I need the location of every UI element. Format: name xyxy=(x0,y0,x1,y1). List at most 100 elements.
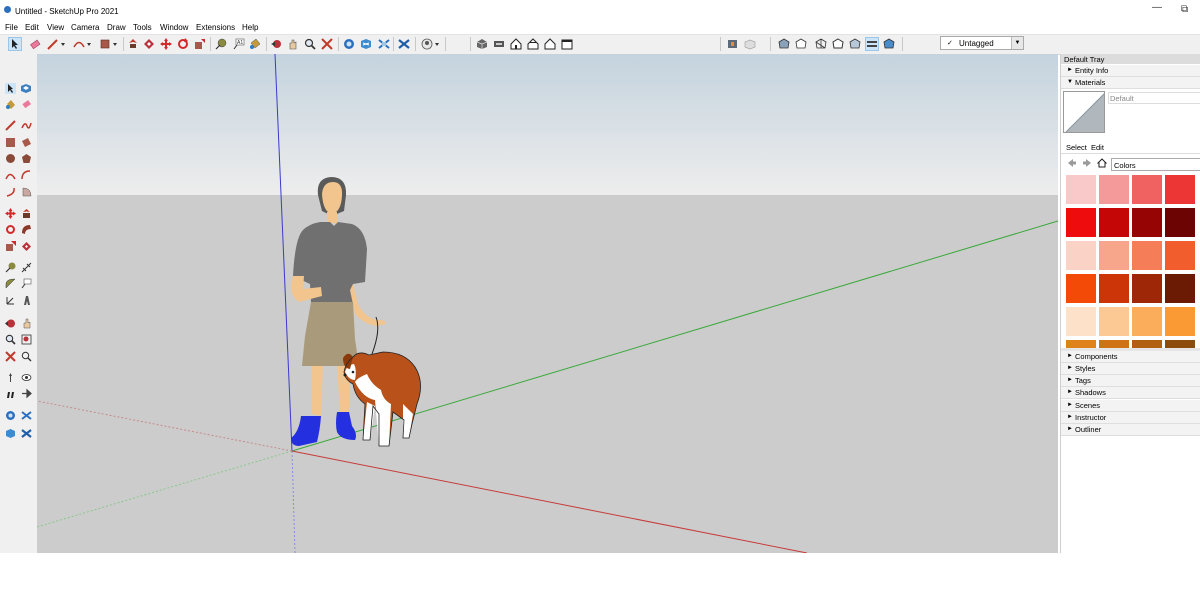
move-tool-icon[interactable] xyxy=(160,38,172,50)
chevron-down-icon[interactable] xyxy=(60,38,66,50)
menu-help[interactable]: Help xyxy=(242,23,258,32)
scale-tool-icon[interactable] xyxy=(5,241,16,252)
color-swatch[interactable] xyxy=(1099,274,1129,303)
eraser-icon[interactable] xyxy=(21,99,32,110)
arc-tool-icon[interactable] xyxy=(5,170,16,181)
pie-tool-icon[interactable] xyxy=(21,186,32,197)
arc-tool-icon[interactable] xyxy=(73,38,85,50)
color-swatch[interactable] xyxy=(1066,274,1096,303)
zoom-extents-icon[interactable] xyxy=(321,38,333,50)
panel-instructor[interactable]: ► Instructor xyxy=(1061,412,1200,424)
dimension-icon[interactable] xyxy=(21,262,32,273)
push-pull-icon[interactable] xyxy=(127,38,139,50)
front-view-icon[interactable] xyxy=(510,38,522,50)
color-swatch[interactable] xyxy=(1165,274,1195,303)
zoom-previous-icon[interactable] xyxy=(21,351,32,362)
top-view-icon[interactable] xyxy=(493,38,505,50)
back-view-icon[interactable] xyxy=(544,38,556,50)
zoom-window-icon[interactable] xyxy=(21,334,32,345)
axes-tool-icon[interactable] xyxy=(5,295,16,306)
scale-tool-icon[interactable] xyxy=(194,38,206,50)
3d-text-icon[interactable] xyxy=(21,295,32,306)
paint-bucket-icon[interactable] xyxy=(249,38,261,50)
rotate-tool-icon[interactable] xyxy=(177,38,189,50)
color-swatch[interactable] xyxy=(1099,307,1129,336)
offset-icon[interactable] xyxy=(21,241,32,252)
zoom-icon[interactable] xyxy=(5,334,16,345)
tape-measure-icon[interactable] xyxy=(5,262,16,273)
monochrome-icon[interactable] xyxy=(883,38,895,50)
color-swatch[interactable] xyxy=(1165,307,1195,336)
select-tool-icon[interactable] xyxy=(8,37,22,51)
panel-styles[interactable]: ► Styles xyxy=(1061,363,1200,375)
chevron-down-icon[interactable] xyxy=(434,38,440,50)
home-icon[interactable] xyxy=(1097,158,1107,168)
walk-icon[interactable] xyxy=(5,388,16,399)
chevron-down-icon[interactable] xyxy=(112,38,118,50)
maximize-icon[interactable]: ⧉ xyxy=(1181,4,1188,15)
panel-materials[interactable]: ▼ Materials xyxy=(1061,77,1200,89)
text-tool-icon[interactable]: A1 xyxy=(233,38,245,50)
protractor-icon[interactable] xyxy=(5,278,16,289)
warehouse-icon[interactable] xyxy=(343,38,355,50)
color-swatch[interactable] xyxy=(1165,340,1195,348)
left-view-icon[interactable] xyxy=(561,38,573,50)
paint-bucket-icon[interactable] xyxy=(5,99,16,110)
orbit-icon[interactable] xyxy=(271,38,283,50)
panel-components[interactable]: ► Components xyxy=(1061,351,1200,363)
chevron-down-icon[interactable] xyxy=(86,38,92,50)
section-plane-icon[interactable] xyxy=(21,388,32,399)
model-viewport[interactable] xyxy=(37,54,1058,553)
line-tool-icon[interactable] xyxy=(5,120,16,131)
zoom-extents-icon[interactable] xyxy=(5,351,16,362)
shaded-textures-icon[interactable] xyxy=(865,37,879,51)
warehouse-icon[interactable] xyxy=(5,410,16,421)
move-tool-icon[interactable] xyxy=(5,208,16,219)
follow-me-icon[interactable] xyxy=(21,224,32,235)
make-component-icon[interactable] xyxy=(21,83,32,94)
push-pull-icon[interactable] xyxy=(21,208,32,219)
orbit-icon[interactable] xyxy=(5,318,16,329)
panel-tags[interactable]: ► Tags xyxy=(1061,375,1200,387)
extension-manager-icon[interactable] xyxy=(398,38,410,50)
freehand-icon[interactable] xyxy=(21,120,32,131)
rotated-rectangle-icon[interactable] xyxy=(21,137,32,148)
panel-shadows[interactable]: ► Shadows xyxy=(1061,387,1200,399)
panel-scenes[interactable]: ► Scenes xyxy=(1061,400,1200,412)
wireframe-icon[interactable] xyxy=(815,38,827,50)
menu-file[interactable]: File xyxy=(5,23,18,32)
color-swatch[interactable] xyxy=(1099,208,1129,237)
rectangle-tool-icon[interactable] xyxy=(5,137,16,148)
minimize-icon[interactable]: — xyxy=(1152,2,1162,13)
color-swatch[interactable] xyxy=(1165,241,1195,270)
menu-edit[interactable]: Edit xyxy=(25,23,39,32)
material-name-field[interactable]: Default xyxy=(1108,92,1200,104)
hidden-line-icon[interactable] xyxy=(832,38,844,50)
menu-window[interactable]: Window xyxy=(160,23,188,32)
rotate-tool-icon[interactable] xyxy=(5,224,16,235)
color-swatch[interactable] xyxy=(1066,307,1096,336)
color-swatch[interactable] xyxy=(1165,208,1195,237)
color-swatch[interactable] xyxy=(1132,175,1162,204)
look-around-icon[interactable] xyxy=(21,372,32,383)
tags-dropdown[interactable]: ✓ Untagged ▼ xyxy=(940,36,1024,50)
iso-view-icon[interactable] xyxy=(476,38,488,50)
panel-entity-info[interactable]: ► Entity Info xyxy=(1061,65,1200,77)
circle-tool-icon[interactable] xyxy=(5,153,16,164)
display-section-icon[interactable] xyxy=(744,38,756,50)
chevron-down-icon[interactable]: ▼ xyxy=(1011,37,1023,49)
color-swatch[interactable] xyxy=(1066,241,1096,270)
shaded-icon[interactable] xyxy=(849,38,861,50)
text-tool-icon[interactable] xyxy=(21,278,32,289)
color-swatch[interactable] xyxy=(1066,340,1096,348)
polygon-tool-icon[interactable] xyxy=(21,153,32,164)
zoom-icon[interactable] xyxy=(304,38,316,50)
menu-tools[interactable]: Tools xyxy=(133,23,152,32)
color-swatch[interactable] xyxy=(1132,274,1162,303)
eraser-icon[interactable] xyxy=(29,38,41,50)
menu-view[interactable]: View xyxy=(47,23,64,32)
xray-icon[interactable] xyxy=(778,38,790,50)
section-plane-icon[interactable] xyxy=(727,38,739,50)
color-swatch[interactable] xyxy=(1132,208,1162,237)
material-preview[interactable] xyxy=(1063,91,1105,133)
